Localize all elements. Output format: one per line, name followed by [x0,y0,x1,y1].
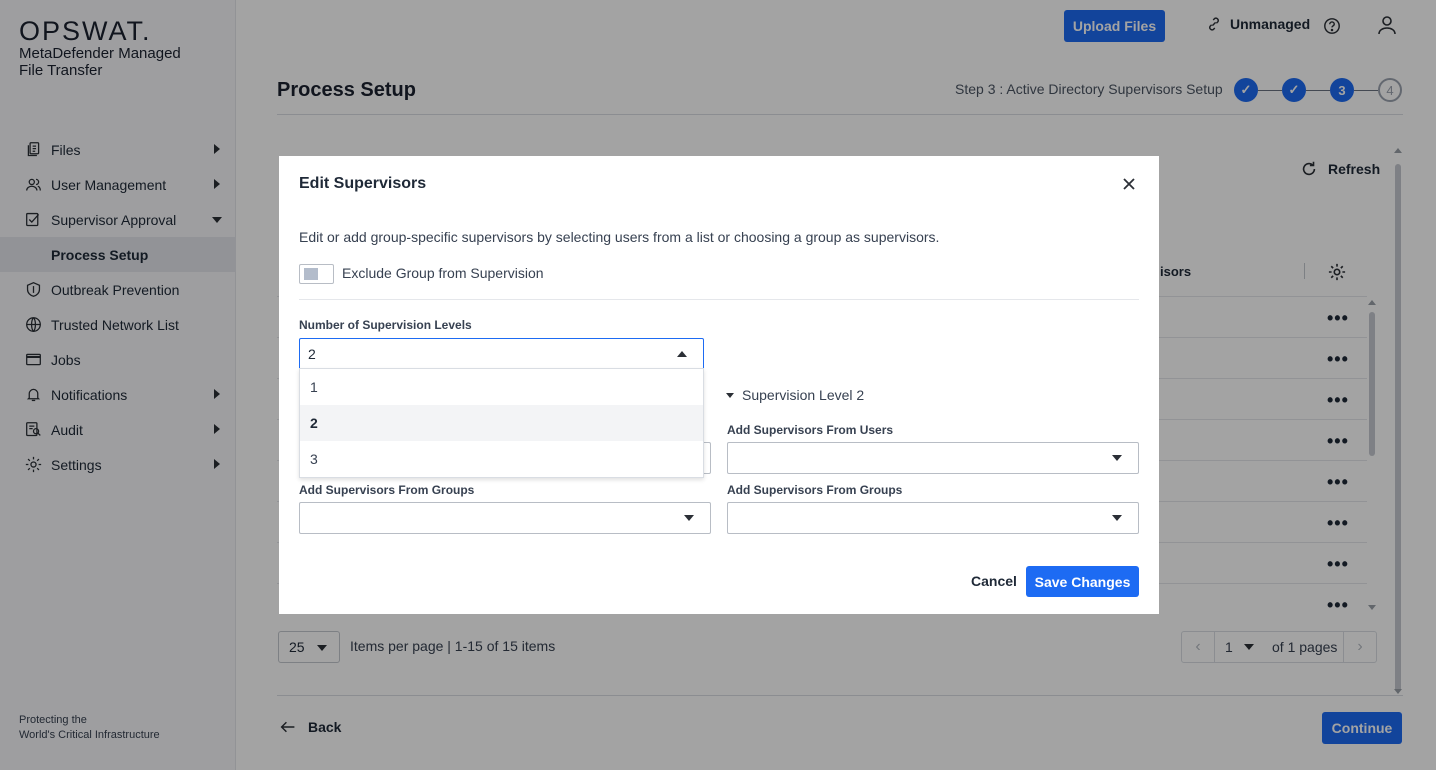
close-icon[interactable] [1121,176,1137,192]
cancel-button[interactable]: Cancel [971,573,1017,589]
level2-title: Supervision Level 2 [742,387,865,403]
levels-select[interactable]: 2 [299,338,704,370]
level2-section-toggle[interactable]: Supervision Level 2 [726,387,864,403]
dialog-description: Edit or add group-specific supervisors b… [299,229,940,245]
levels-option-selected[interactable]: 2 [300,405,703,441]
edit-supervisors-dialog: Edit Supervisors Edit or add group-speci… [279,156,1159,614]
level1-groups-select[interactable] [299,502,711,534]
dialog-title: Edit Supervisors [299,175,427,192]
level2-users-label: Add Supervisors From Users [727,423,894,437]
chevron-down-icon [726,392,734,398]
exclude-group-label: Exclude Group from Supervision [342,265,544,281]
chevron-down-icon [1112,515,1122,521]
save-changes-button[interactable]: Save Changes [1026,566,1139,597]
levels-dropdown-list: 1 2 3 [299,368,704,478]
level1-groups-label: Add Supervisors From Groups [299,483,475,497]
dialog-divider [299,299,1139,300]
levels-label: Number of Supervision Levels [299,318,472,332]
level2-groups-label: Add Supervisors From Groups [727,483,903,497]
levels-value: 2 [308,346,316,362]
levels-option[interactable]: 1 [300,369,703,405]
chevron-down-icon [1112,455,1122,461]
chevron-up-icon [677,351,687,357]
exclude-group-toggle[interactable] [299,264,334,284]
level2-users-select[interactable] [727,442,1139,474]
levels-option[interactable]: 3 [300,441,703,477]
chevron-down-icon [684,515,694,521]
toggle-knob [304,268,318,280]
level2-groups-select[interactable] [727,502,1139,534]
